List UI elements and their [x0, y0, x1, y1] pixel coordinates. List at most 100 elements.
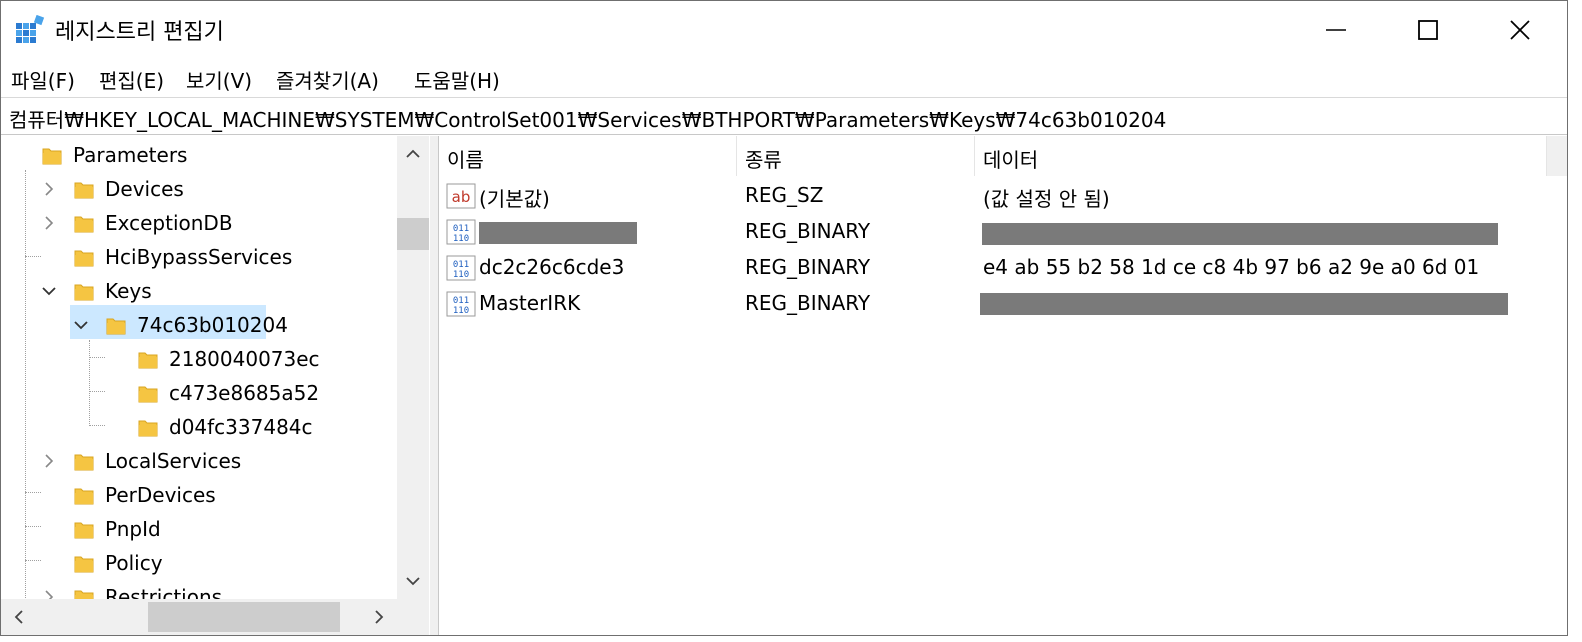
menu-favorites[interactable]: 즐겨찾기(A)	[276, 65, 379, 94]
tree-item-label: d04fc337484c	[169, 415, 313, 439]
value-name: (기본값)	[479, 187, 550, 211]
tree-item[interactable]: LocalServices	[1, 444, 396, 478]
scroll-up-button[interactable]	[397, 136, 429, 172]
tree-item[interactable]: d04fc337484c	[1, 410, 396, 444]
svg-text:011: 011	[453, 296, 469, 306]
value-name: dc2c26c6cde3	[479, 255, 625, 279]
folder-icon	[73, 485, 95, 507]
chevron-right-icon[interactable]	[41, 215, 57, 231]
chevron-right-icon[interactable]	[41, 453, 57, 469]
column-header-name[interactable]: 이름	[439, 136, 737, 176]
svg-text:110: 110	[453, 234, 469, 244]
minimize-button[interactable]	[1291, 1, 1381, 59]
value-type: REG_BINARY	[745, 291, 871, 315]
tree-item[interactable]: 2180040073ec	[1, 342, 396, 376]
scroll-down-button[interactable]	[397, 563, 429, 599]
maximize-button[interactable]	[1383, 1, 1473, 59]
tree-item[interactable]: Devices	[1, 172, 396, 206]
tree-item-label: 74c63b010204	[137, 313, 288, 337]
close-button[interactable]	[1475, 1, 1565, 59]
values-list-pane: 이름 종류 데이터 ab (기본값) REG_SZ (값 설정 안 됨) 011 110 R…	[439, 136, 1567, 635]
value-type: REG_SZ	[745, 183, 824, 207]
window-title: 레지스트리 편집기	[55, 20, 224, 45]
value-type: REG_BINARY	[745, 219, 871, 243]
folder-icon	[105, 315, 127, 337]
chevron-right-icon	[375, 610, 384, 624]
list-vertical-scrollbar[interactable]	[1547, 136, 1567, 176]
tree-horizontal-scrollbar[interactable]	[1, 599, 397, 635]
tree-item-label: PnpId	[105, 517, 161, 541]
list-item[interactable]: 011 110 REG_BINARY	[439, 214, 1539, 250]
svg-text:ab: ab	[452, 188, 471, 206]
tree-vertical-scrollbar[interactable]	[397, 136, 429, 599]
redacted-name	[479, 222, 637, 244]
tree-item[interactable]: Parameters	[1, 138, 396, 172]
tree-item-label: 2180040073ec	[169, 347, 320, 371]
menu-edit[interactable]: 편집(E)	[99, 65, 164, 94]
scroll-right-button[interactable]	[361, 599, 397, 635]
redacted-data	[980, 293, 1508, 315]
tree-item[interactable]: PnpId	[1, 512, 396, 546]
chevron-right-icon[interactable]	[41, 181, 57, 197]
maximize-icon	[1418, 20, 1438, 40]
tree-item-label: c473e8685a52	[169, 381, 320, 405]
folder-icon	[73, 179, 95, 201]
value-type: REG_BINARY	[745, 255, 871, 279]
menu-help[interactable]: 도움말(H)	[414, 65, 500, 94]
string-value-icon: ab	[446, 182, 476, 210]
list-item[interactable]: 011 110 MasterIRK REG_BINARY	[439, 286, 1539, 322]
tree-item[interactable]: Keys	[1, 274, 396, 308]
menu-file[interactable]: 파일(F)	[11, 65, 75, 94]
binary-value-icon: 011 110	[446, 290, 476, 318]
svg-text:110: 110	[453, 306, 469, 316]
tree-item-label: Keys	[105, 279, 152, 303]
tree-item-label: PerDevices	[105, 483, 216, 507]
list-item[interactable]: ab (기본값) REG_SZ (값 설정 안 됨)	[439, 178, 1539, 214]
tree-vertical-scroll-thumb[interactable]	[397, 218, 429, 250]
key-tree-pane: Parameters Devices ExceptionDB HciBypassSer…	[1, 136, 429, 635]
folder-icon	[41, 145, 63, 167]
pane-splitter[interactable]	[430, 136, 439, 635]
folder-icon	[137, 417, 159, 439]
folder-icon	[137, 349, 159, 371]
folder-icon	[73, 247, 95, 269]
address-path[interactable]: 컴퓨터₩HKEY_LOCAL_MACHINE₩SYSTEM₩ControlSet…	[9, 104, 1166, 133]
column-header-data[interactable]: 데이터	[975, 136, 1547, 176]
scrollbar-corner	[397, 599, 429, 635]
tree-item-label: ExceptionDB	[105, 211, 233, 235]
folder-icon	[73, 553, 95, 575]
tree-item[interactable]: HciBypassServices	[1, 240, 396, 274]
svg-text:011: 011	[453, 260, 469, 270]
scroll-left-button[interactable]	[1, 599, 37, 635]
value-data: (값 설정 안 됨)	[983, 187, 1110, 211]
registry-editor-window: 레지스트리 편집기 파일(F) 편집(E) 보기(V) 즐겨찾기(A) 도움말(…	[0, 0, 1568, 636]
tree-item[interactable]: 74c63b010204	[1, 308, 396, 342]
folder-icon	[137, 383, 159, 405]
binary-value-icon: 011 110	[446, 218, 476, 246]
title-bar[interactable]: 레지스트리 편집기	[1, 1, 1567, 59]
tree-item-label: Devices	[105, 177, 184, 201]
tree-item[interactable]: PerDevices	[1, 478, 396, 512]
binary-value-icon: 011 110	[446, 254, 476, 282]
value-name: MasterIRK	[479, 291, 581, 315]
tree-horizontal-scroll-thumb[interactable]	[148, 602, 340, 632]
tree-item[interactable]: ExceptionDB	[1, 206, 396, 240]
tree-item-label: Policy	[105, 551, 163, 575]
chevron-down-icon	[406, 577, 420, 586]
folder-icon	[73, 451, 95, 473]
chevron-down-icon[interactable]	[41, 283, 57, 299]
registry-editor-icon	[16, 15, 45, 43]
svg-text:011: 011	[453, 224, 469, 234]
tree-item-label: Parameters	[73, 143, 188, 167]
tree-item[interactable]: Policy	[1, 546, 396, 580]
chevron-up-icon	[406, 149, 420, 158]
menu-view[interactable]: 보기(V)	[186, 65, 252, 94]
address-bar[interactable]: 컴퓨터₩HKEY_LOCAL_MACHINE₩SYSTEM₩ControlSet…	[1, 97, 1567, 135]
list-item[interactable]: 011 110 dc2c26c6cde3 REG_BINARY e4 ab 55 b2 …	[439, 250, 1539, 286]
chevron-down-icon[interactable]	[73, 317, 89, 333]
chevron-left-icon	[14, 610, 23, 624]
tree-item[interactable]: c473e8685a52	[1, 376, 396, 410]
column-header-type[interactable]: 종류	[737, 136, 975, 176]
folder-icon	[73, 519, 95, 541]
redacted-data	[982, 223, 1498, 245]
